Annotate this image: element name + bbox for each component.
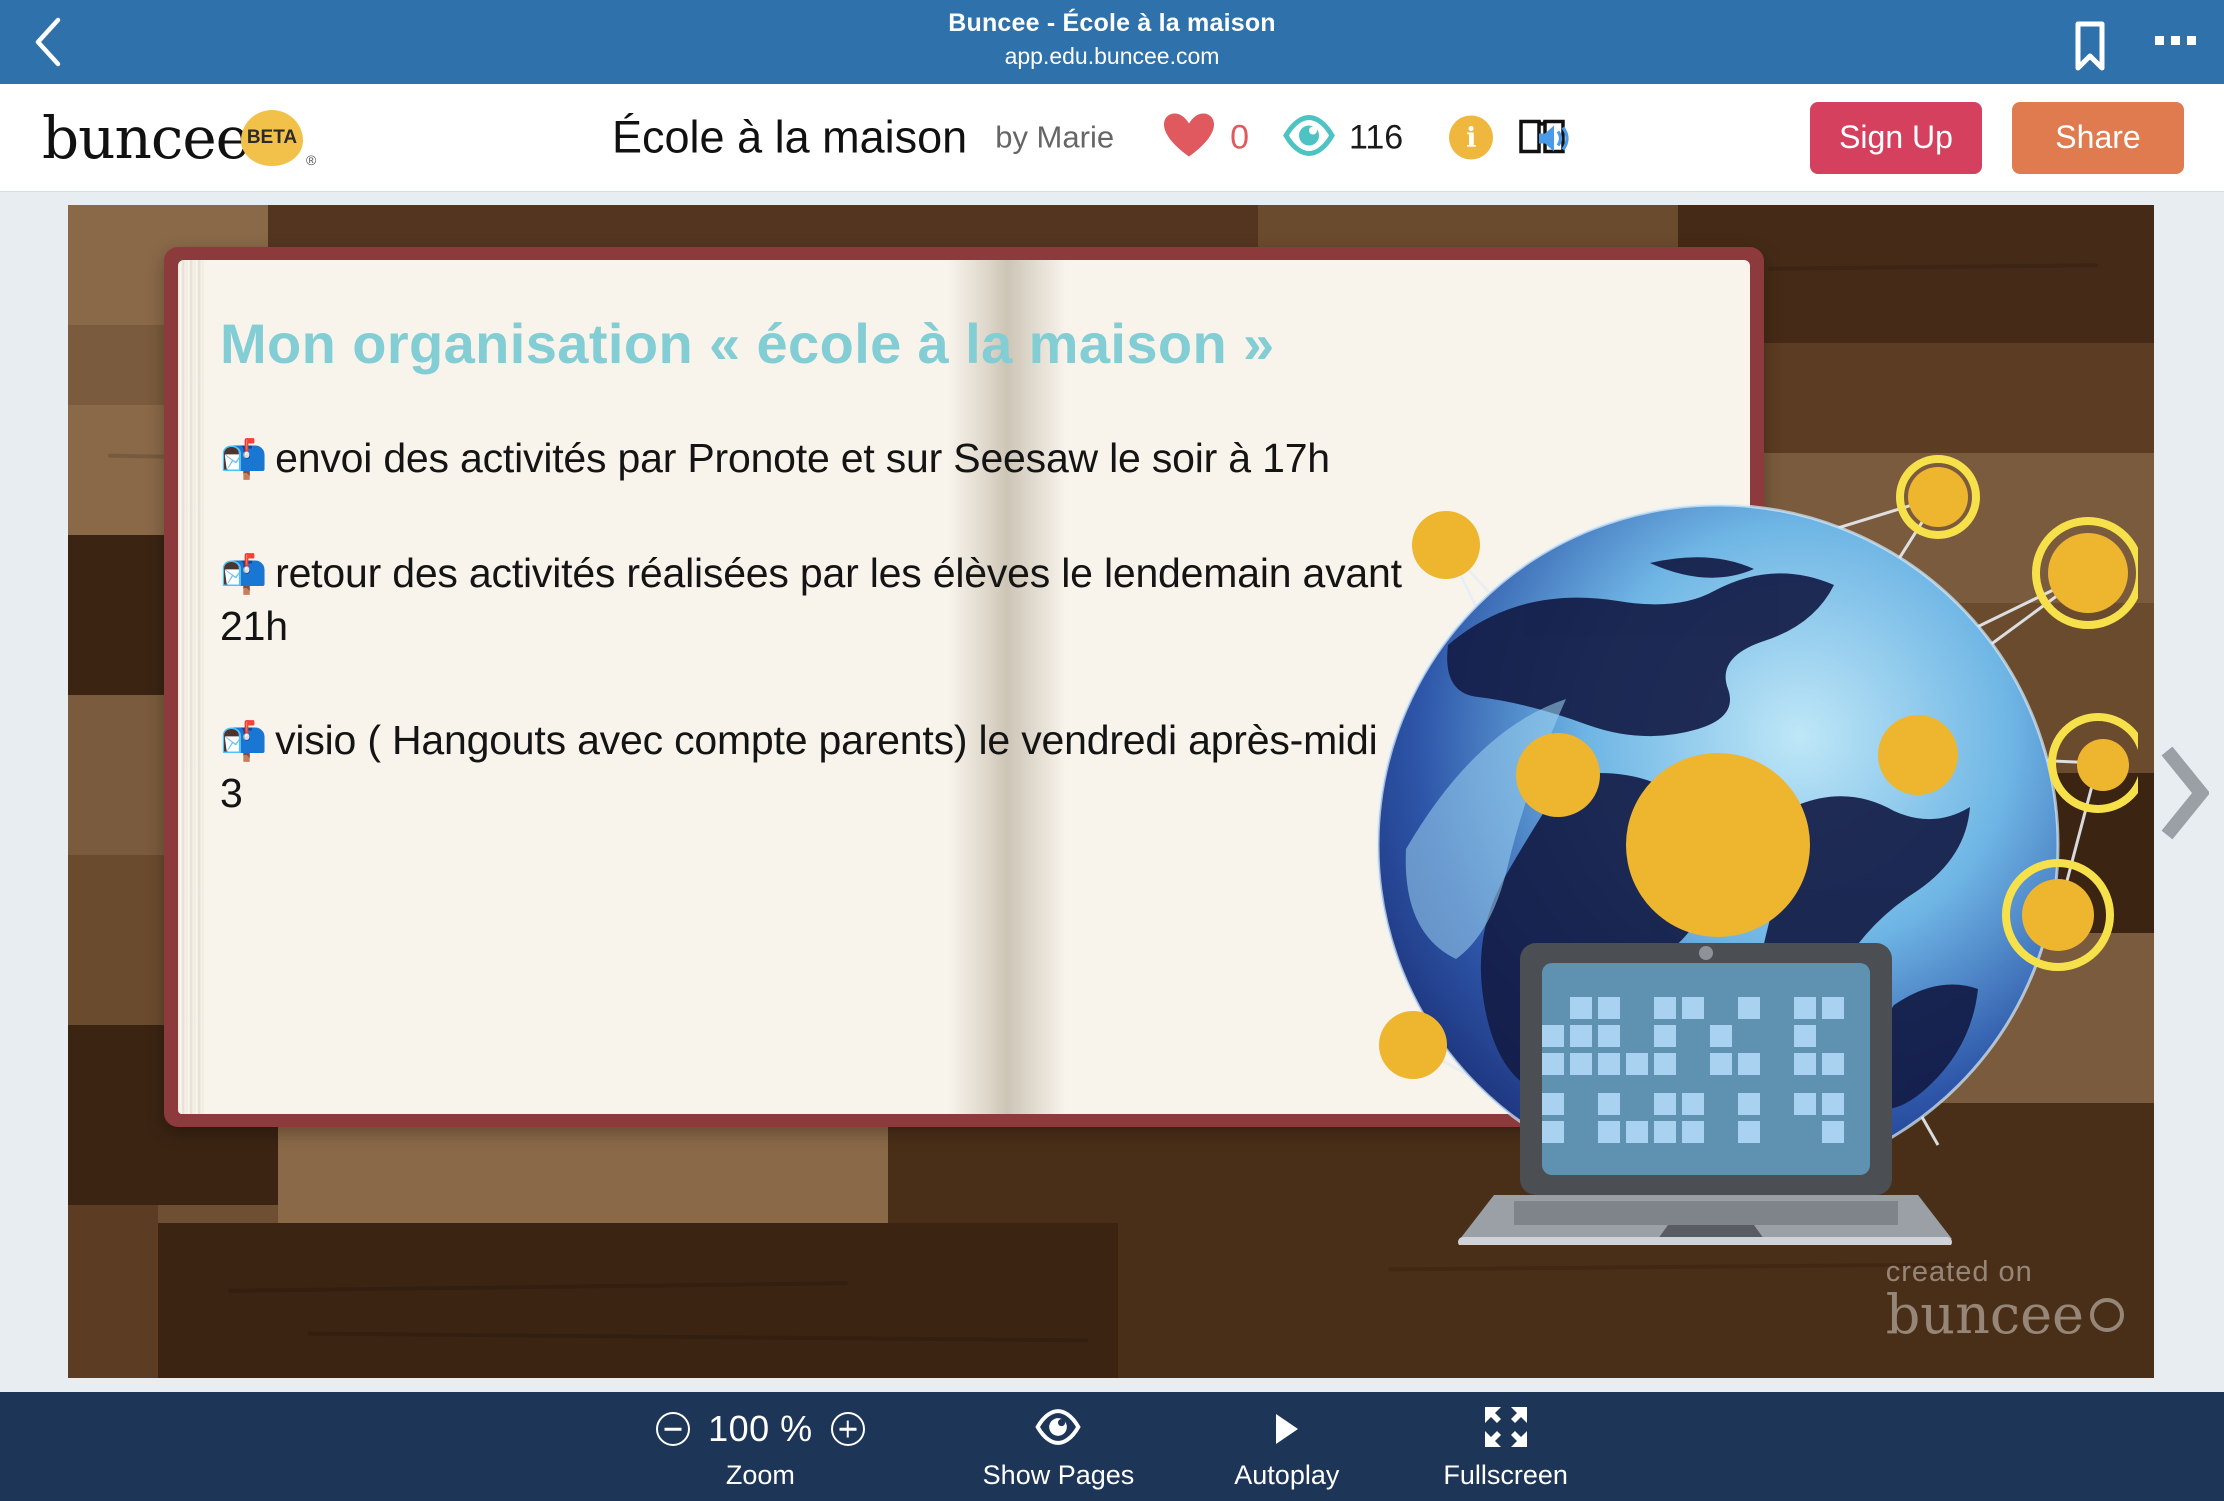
mailbox-icon: 📬 xyxy=(220,721,268,764)
show-pages-row xyxy=(1035,1406,1082,1453)
like-stat[interactable]: 0 xyxy=(1162,111,1249,164)
show-pages-label: Show Pages xyxy=(982,1460,1135,1490)
autoplay-row xyxy=(1275,1406,1298,1452)
bottom-toolbar: 100 % Zoom Show Pages Autoplay Fullscree… xyxy=(0,1392,2224,1501)
fullscreen-row xyxy=(1483,1406,1529,1452)
document-stats: 0 116 i xyxy=(1162,111,1573,164)
bullet-item: 📬 envoi des activités par Pronote et sur … xyxy=(220,432,1410,485)
beta-badge-label: BETA xyxy=(246,126,298,148)
browser-title-block: Buncee - École à la maison app.edu.bunce… xyxy=(0,8,2224,71)
document-title: École à la maison xyxy=(612,111,968,163)
mailbox-icon: 📬 xyxy=(220,554,268,597)
logo-wordmark: buncee xyxy=(42,103,250,172)
document-meta: École à la maison by Marie 0 116 i xyxy=(612,111,1573,164)
zoom-in-icon[interactable] xyxy=(830,1412,865,1446)
slide-canvas[interactable]: Mon organisation « école à la maison » 📬… xyxy=(68,205,2154,1378)
browser-page-title: Buncee - École à la maison xyxy=(948,9,1276,37)
next-page-chevron-icon[interactable] xyxy=(2148,741,2218,845)
bookmark-icon[interactable] xyxy=(2068,20,2112,77)
sign-up-button[interactable]: Sign Up xyxy=(1810,101,1982,174)
browser-url: app.edu.buncee.com xyxy=(1004,43,1220,69)
autoplay-label: Autoplay xyxy=(1234,1460,1340,1490)
browser-top-bar: Buncee - École à la maison app.edu.bunce… xyxy=(0,0,2224,84)
zoom-out-icon[interactable] xyxy=(656,1412,691,1446)
fullscreen-label: Fullscreen xyxy=(1443,1460,1568,1490)
zoom-label: Zoom xyxy=(725,1460,795,1490)
bullet-item: 📬 retour des activités réalisées par les … xyxy=(220,547,1410,652)
mailbox-icon: 📬 xyxy=(220,439,268,482)
zoom-control-group: 100 % Zoom xyxy=(656,1392,865,1491)
bullet-text: envoi des activités par Pronote et sur S… xyxy=(275,435,1330,482)
book-speaker-icon[interactable] xyxy=(1517,114,1573,162)
heart-icon xyxy=(1162,111,1216,164)
play-icon xyxy=(1275,1414,1298,1444)
info-icon[interactable]: i xyxy=(1449,115,1494,160)
fullscreen-button[interactable]: Fullscreen xyxy=(1443,1392,1568,1491)
fullscreen-icon xyxy=(1483,1405,1529,1454)
autoplay-button[interactable]: Autoplay xyxy=(1234,1392,1339,1491)
more-options-icon[interactable] xyxy=(2155,36,2196,45)
globe-network-illustration xyxy=(1298,445,2148,1247)
share-button[interactable]: Share xyxy=(2012,101,2184,174)
document-author: by Marie xyxy=(995,119,1115,155)
show-pages-button[interactable]: Show Pages xyxy=(982,1392,1135,1491)
laptop-illustration xyxy=(1458,943,1952,1247)
bullet-text: retour des activités réalisées par les é… xyxy=(220,550,1402,649)
zoom-row: 100 % xyxy=(656,1406,865,1452)
registered-mark: ® xyxy=(305,151,317,168)
page-edges xyxy=(178,260,204,1114)
like-count: 0 xyxy=(1230,118,1249,156)
slide-title: Mon organisation « école à la maison » xyxy=(220,312,1275,375)
bullet-text: visio ( Hangouts avec compte parents) le… xyxy=(220,717,1378,816)
slide-stage: Mon organisation « école à la maison » 📬… xyxy=(0,193,2224,1392)
eye-icon xyxy=(1035,1406,1082,1453)
header-actions: Sign Up Share xyxy=(1810,101,2184,174)
buncee-logo[interactable]: buncee BETA ® xyxy=(42,104,316,172)
zoom-level-value: 100 % xyxy=(708,1408,813,1449)
beta-badge: BETA xyxy=(240,109,303,166)
eye-icon xyxy=(1283,113,1335,162)
view-count: 116 xyxy=(1349,118,1404,156)
app-header: buncee BETA ® École à la maison by Marie… xyxy=(0,84,2224,192)
views-stat: 116 xyxy=(1283,113,1403,162)
info-icon-label: i xyxy=(1466,122,1477,153)
bullet-item: 📬 visio ( Hangouts avec compte parents) l… xyxy=(220,714,1410,819)
